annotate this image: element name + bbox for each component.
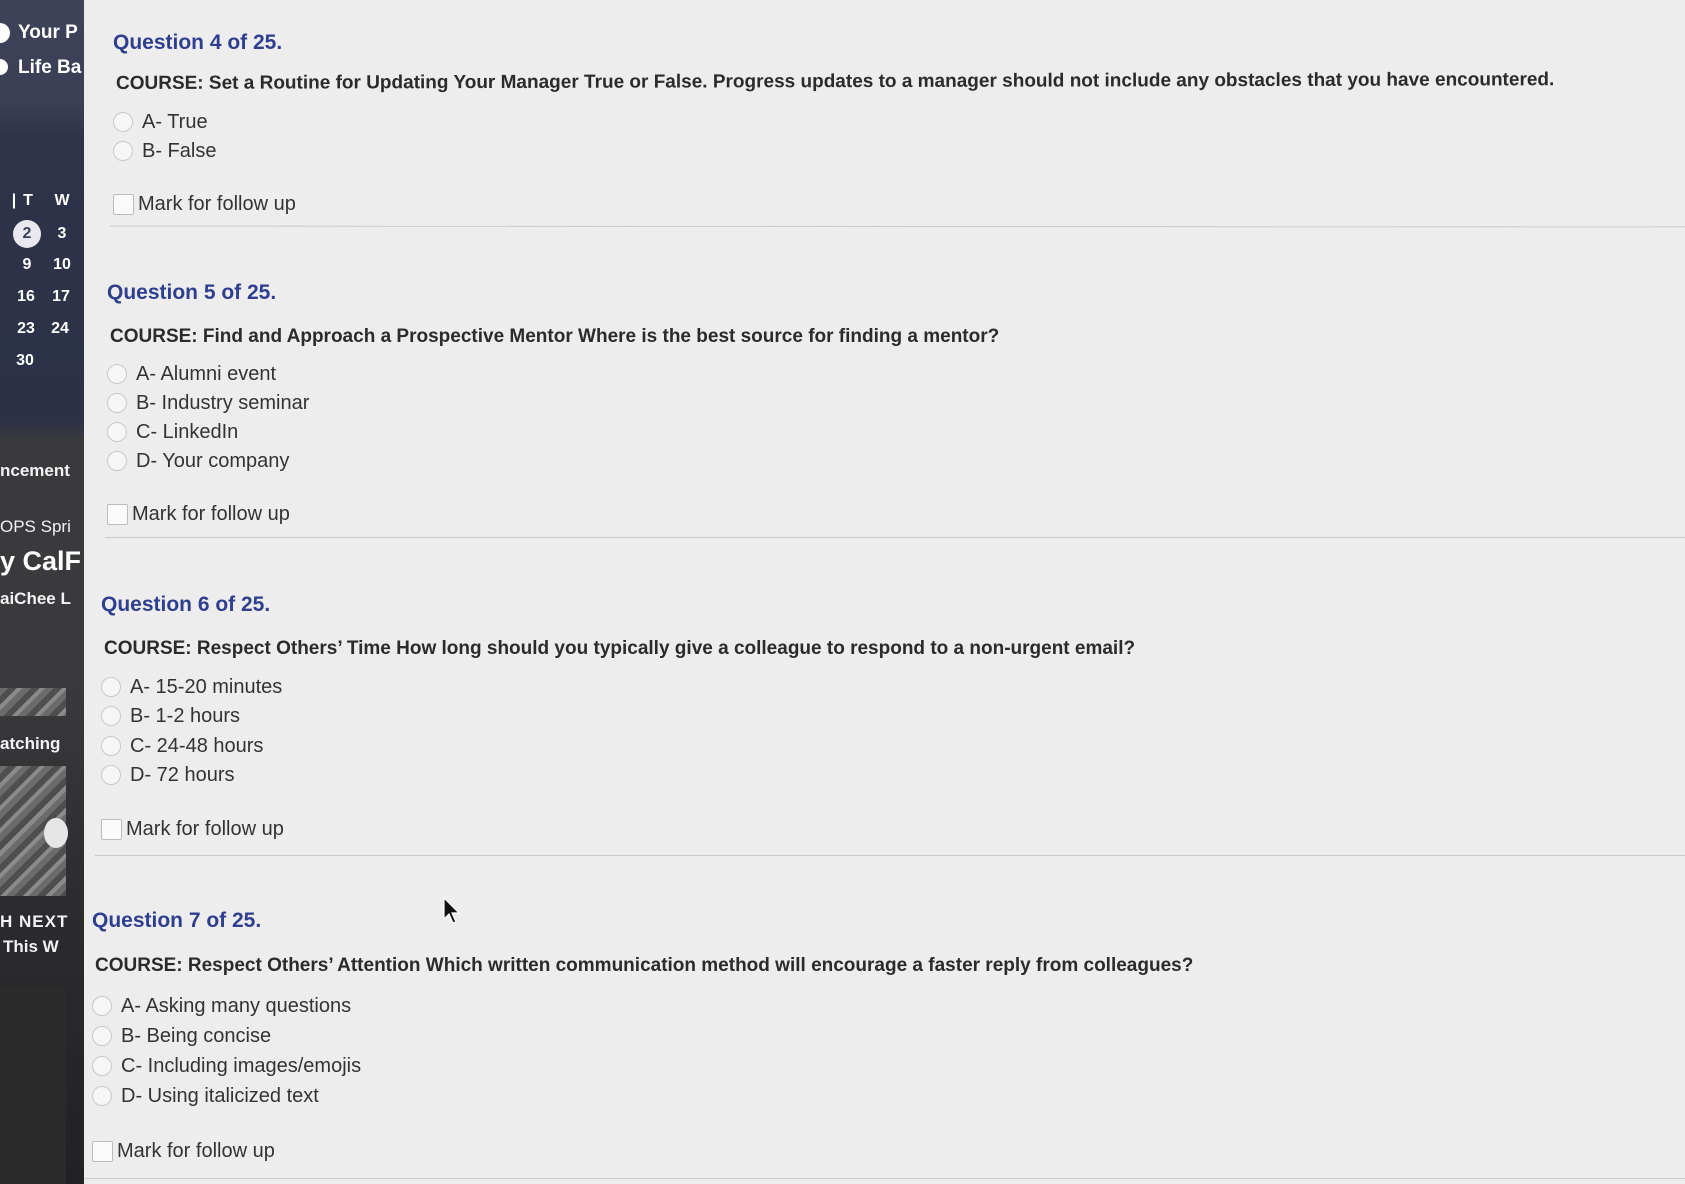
play-icon[interactable] (44, 818, 68, 848)
answer-option[interactable]: B- 1-2 hours (101, 703, 240, 729)
answer-option-label: C- 24-48 hours (130, 734, 264, 757)
calendar-day[interactable]: 23 (12, 320, 40, 338)
sidebar-item[interactable]: This W (3, 937, 59, 957)
radio-button-icon[interactable] (101, 677, 121, 697)
checkbox-icon[interactable] (113, 193, 134, 215)
checkbox-icon[interactable] (92, 1140, 113, 1162)
question-divider (105, 537, 1685, 538)
mark-for-follow-up[interactable]: Mark for follow up (92, 1138, 275, 1164)
calendar-today[interactable]: 2 (13, 220, 41, 248)
sidebar-item[interactable]: atching (0, 734, 60, 754)
sidebar-nav-item[interactable]: Your P (18, 22, 78, 44)
radio-button-icon[interactable] (101, 706, 121, 726)
answer-option-label: B- Being concise (121, 1024, 272, 1047)
question-text: COURSE: Respect Others’ Attention Which … (95, 955, 1194, 976)
follow-up-label: Mark for follow up (126, 817, 284, 840)
left-sidebar: Your P Life Ba | T W 2 3 9 10 16 17 23 2… (0, 0, 84, 1184)
checkbox-icon[interactable] (101, 818, 122, 840)
question-title: Question 6 of 25. (101, 593, 271, 616)
sidebar-item[interactable]: H NEXT (0, 912, 68, 932)
mouse-pointer-icon (443, 897, 461, 924)
radio-button-icon[interactable] (92, 1056, 112, 1076)
radio-button-icon[interactable] (101, 765, 121, 785)
question-text: COURSE: Find and Approach a Prospective … (110, 326, 1000, 347)
calendar-day[interactable]: 24 (46, 320, 74, 338)
answer-option-label: D- Using italicized text (121, 1084, 319, 1107)
question-divider (95, 855, 1685, 856)
answer-option-label: A- Asking many questions (121, 994, 352, 1017)
calendar-day[interactable]: 9 (13, 256, 41, 274)
sidebar-nav-item[interactable]: Life Ba (18, 57, 81, 79)
follow-up-label: Mark for follow up (132, 502, 290, 525)
question-title: Question 7 of 25. (92, 909, 262, 932)
answer-option[interactable]: B- Being concise (92, 1023, 271, 1049)
sidebar-dark-panel (0, 990, 66, 1184)
answer-option-label: A- 15-20 minutes (130, 675, 283, 698)
question-title: Question 4 of 25. (113, 31, 283, 54)
calendar-day[interactable]: 16 (12, 288, 40, 306)
answer-option[interactable]: B- False (113, 138, 216, 164)
checkbox-icon[interactable] (107, 503, 128, 525)
answer-option-label: D- 72 hours (130, 763, 235, 786)
nav-bullet-icon (0, 59, 8, 75)
answer-option-label: C- Including images/emojis (121, 1054, 362, 1077)
sidebar-announcements-link[interactable]: ncement (0, 461, 70, 481)
radio-button-icon[interactable] (101, 736, 121, 756)
answer-option-label: B- False (142, 139, 217, 162)
radio-button-icon[interactable] (107, 451, 127, 471)
sidebar-thumbnail-image[interactable] (0, 688, 66, 716)
radio-button-icon[interactable] (92, 1086, 112, 1106)
follow-up-label: Mark for follow up (138, 192, 296, 215)
calendar-day[interactable]: 10 (48, 256, 76, 274)
sidebar-item[interactable]: aiChee L (0, 589, 71, 609)
question-text: COURSE: Set a Routine for Updating Your … (115, 69, 1555, 94)
mark-for-follow-up[interactable]: Mark for follow up (101, 816, 284, 842)
sidebar-heading: y CalF (0, 546, 82, 576)
radio-button-icon[interactable] (113, 141, 133, 161)
answer-option[interactable]: A- Alumni event (107, 361, 276, 387)
answer-option[interactable]: C- 24-48 hours (101, 733, 263, 759)
calendar-weekday: W (54, 192, 70, 209)
answer-option-label: D- Your company (136, 449, 290, 472)
radio-button-icon[interactable] (107, 393, 127, 413)
radio-button-icon[interactable] (107, 422, 127, 442)
calendar-week-row: 2 3 (0, 220, 84, 250)
answer-option[interactable]: D- 72 hours (101, 762, 235, 788)
calendar-day[interactable]: 3 (48, 225, 76, 243)
radio-button-icon[interactable] (92, 996, 112, 1016)
question-divider (109, 225, 1685, 228)
answer-option[interactable]: D- Your company (107, 448, 289, 474)
mark-for-follow-up[interactable]: Mark for follow up (113, 191, 296, 217)
answer-option-label: A- True (142, 110, 208, 133)
radio-button-icon[interactable] (107, 364, 127, 384)
answer-option[interactable]: A- 15-20 minutes (101, 674, 282, 700)
calendar-day[interactable]: 30 (11, 352, 39, 370)
answer-option[interactable]: A- Asking many questions (92, 993, 351, 1019)
answer-option[interactable]: C- Including images/emojis (92, 1053, 361, 1079)
answer-option-label: A- Alumni event (136, 362, 277, 385)
radio-button-icon[interactable] (92, 1026, 112, 1046)
follow-up-label: Mark for follow up (117, 1139, 275, 1162)
answer-option[interactable]: C- LinkedIn (107, 419, 238, 445)
question-title: Question 5 of 25. (107, 281, 277, 304)
answer-option[interactable]: A- True (113, 109, 208, 135)
answer-option[interactable]: B- Industry seminar (107, 390, 309, 416)
radio-button-icon[interactable] (113, 112, 133, 132)
calendar-day[interactable]: 17 (47, 288, 75, 306)
question-divider (85, 1178, 1685, 1179)
answer-option[interactable]: D- Using italicized text (92, 1083, 319, 1109)
calendar-weekday: T (23, 192, 33, 209)
nav-bullet-icon (0, 23, 10, 43)
question-text: COURSE: Respect Others’ Time How long sh… (104, 638, 1136, 659)
answer-option-label: B- 1-2 hours (130, 704, 241, 727)
mark-for-follow-up[interactable]: Mark for follow up (107, 501, 290, 527)
sidebar-course-link[interactable]: OPS Spri (0, 517, 71, 537)
answer-option-label: C- LinkedIn (136, 420, 239, 443)
answer-option-label: B- Industry seminar (136, 391, 310, 414)
